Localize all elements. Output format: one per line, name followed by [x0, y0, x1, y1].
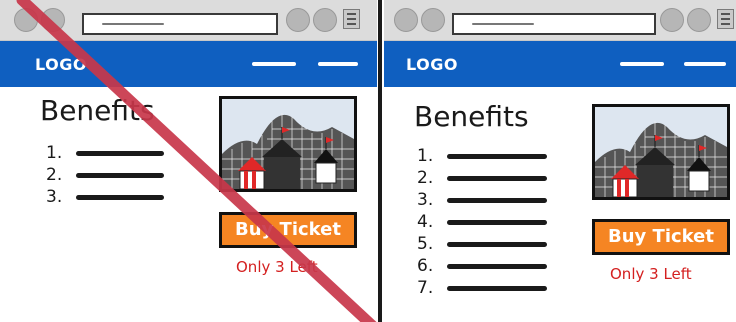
site-navbar: LOGO — [0, 41, 377, 87]
benefit-item: 5. — [417, 233, 547, 255]
benefit-item: 3. — [46, 186, 164, 208]
site-navbar: LOGO — [384, 41, 736, 87]
benefit-item: 7. — [417, 277, 547, 299]
browser-toolbar — [384, 0, 736, 41]
benefit-number: 2. — [417, 168, 434, 188]
benefit-text-placeholder — [447, 154, 547, 159]
benefits-heading: Benefits — [40, 94, 155, 127]
site-logo[interactable]: LOGO — [35, 55, 87, 74]
browser-toolbar — [0, 0, 377, 41]
browser-menu-icon[interactable] — [343, 9, 360, 29]
benefit-item: 6. — [417, 255, 547, 277]
browser-button[interactable] — [394, 8, 418, 32]
benefit-item: 2. — [46, 164, 164, 186]
buy-ticket-button[interactable]: Buy Ticket — [219, 212, 357, 248]
browser-button[interactable] — [41, 8, 65, 32]
browser-button[interactable] — [660, 8, 684, 32]
benefit-number: 3. — [46, 187, 63, 207]
browser-button[interactable] — [313, 8, 337, 32]
benefit-number: 1. — [46, 143, 63, 163]
address-bar[interactable] — [452, 13, 656, 35]
benefit-item: 1. — [417, 145, 547, 167]
panel-divider — [377, 0, 384, 322]
stock-notice: Only 3 Left — [236, 258, 318, 276]
circus-tent-rollercoaster-image — [592, 104, 730, 200]
benefit-number: 7. — [417, 278, 434, 298]
benefit-number: 6. — [417, 256, 434, 276]
benefit-text-placeholder — [76, 173, 164, 178]
benefit-text-placeholder — [76, 151, 164, 156]
benefit-item: 3. — [417, 189, 547, 211]
address-placeholder-line — [102, 23, 164, 25]
benefit-number: 1. — [417, 146, 434, 166]
benefits-heading: Benefits — [414, 100, 529, 133]
benefit-item: 4. — [417, 211, 547, 233]
nav-link[interactable] — [684, 62, 726, 66]
buy-ticket-button[interactable]: Buy Ticket — [592, 219, 730, 255]
browser-menu-icon[interactable] — [717, 9, 734, 29]
benefit-item: 1. — [46, 142, 164, 164]
benefit-text-placeholder — [447, 198, 547, 203]
site-logo[interactable]: LOGO — [406, 55, 458, 74]
browser-button[interactable] — [286, 8, 310, 32]
circus-tent-rollercoaster-image — [219, 96, 357, 192]
nav-link[interactable] — [620, 62, 664, 66]
benefit-text-placeholder — [447, 176, 547, 181]
nav-link[interactable] — [318, 62, 358, 66]
benefits-list: 1. 2. 3. — [46, 142, 164, 208]
benefit-text-placeholder — [447, 264, 547, 269]
stock-notice: Only 3 Left — [610, 265, 692, 283]
benefit-text-placeholder — [76, 195, 164, 200]
browser-button[interactable] — [687, 8, 711, 32]
benefit-text-placeholder — [447, 286, 547, 291]
right-variant-wireframe: LOGO Benefits 1. 2. 3. 4. 5. 6. 7. Buy Ticket … — [384, 0, 736, 322]
address-placeholder-line — [472, 23, 534, 25]
address-bar[interactable] — [82, 13, 278, 35]
browser-button[interactable] — [14, 8, 38, 32]
benefit-number: 5. — [417, 234, 434, 254]
benefit-number: 4. — [417, 212, 434, 232]
benefit-text-placeholder — [447, 242, 547, 247]
left-variant-wireframe: LOGO Benefits 1. 2. 3. Buy Ticket Only 3 L… — [0, 0, 377, 322]
nav-link[interactable] — [252, 62, 296, 66]
benefit-text-placeholder — [447, 220, 547, 225]
benefit-item: 2. — [417, 167, 547, 189]
benefit-number: 2. — [46, 165, 63, 185]
browser-button[interactable] — [421, 8, 445, 32]
benefits-list: 1. 2. 3. 4. 5. 6. 7. — [417, 145, 547, 299]
benefit-number: 3. — [417, 190, 434, 210]
